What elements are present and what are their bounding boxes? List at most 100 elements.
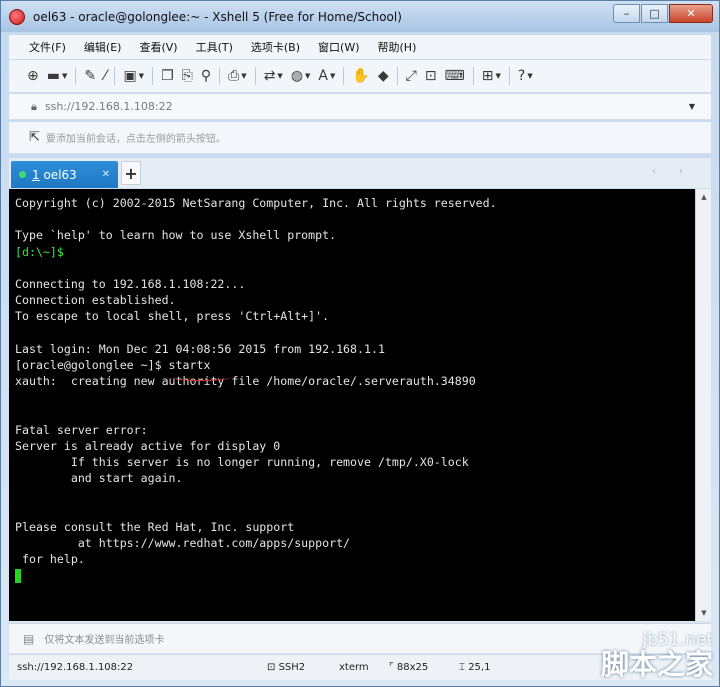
address-bar[interactable]: 🔒︎ ssh://192.168.1.108:22 ▼ xyxy=(9,93,711,120)
terminal-line: Server is already active for display 0 xyxy=(15,438,281,453)
add-icon[interactable]: ⊞ ▼ xyxy=(478,65,505,87)
terminal-line: for help. xyxy=(15,552,85,567)
transfer-icon[interactable]: ⇄ ▼ xyxy=(260,65,287,87)
fullscreen-icon-glyph: ⤢ xyxy=(405,68,417,84)
terminal-line: Please consult the Red Hat, Inc. support xyxy=(15,519,295,534)
compose-bar[interactable]: ▤ 仅将文本发送到当前选项卡 xyxy=(9,623,711,653)
new-tab-button[interactable]: + xyxy=(121,161,141,185)
print-icon[interactable]: ⎙ ▼ xyxy=(224,65,251,87)
reconnect-icon[interactable]: ✎ xyxy=(80,65,100,87)
terminal-cursor-line xyxy=(15,567,695,583)
globe-icon-glyph: ◍ xyxy=(290,68,304,84)
address-input[interactable]: ssh://192.168.1.108:22 xyxy=(45,100,173,113)
tab-bar: 1 oel63 ✕ + ‹ › xyxy=(9,158,711,188)
reconnect-icon-glyph: ✎ xyxy=(84,68,97,84)
tunnel-icon-glyph: ◆ xyxy=(377,68,389,84)
copy-icon[interactable]: ❐ xyxy=(157,65,178,87)
red-annotation-underline xyxy=(171,373,231,381)
lock-icon: 🔒︎ xyxy=(31,99,37,113)
script-icon[interactable]: ✋ xyxy=(348,65,373,87)
xshell-app-icon[interactable] xyxy=(9,8,25,25)
menu-help[interactable]: 帮助(H) xyxy=(369,39,426,55)
dropdown-arrow-icon[interactable]: ▼ xyxy=(62,72,67,80)
status-protocol: ⊡ SSH2 xyxy=(267,662,306,673)
window-title: oel63 - oracle@golonglee:~ - Xshell 5 (F… xyxy=(33,9,402,24)
toolbar-separator xyxy=(114,67,116,85)
dropdown-arrow-icon[interactable]: ▼ xyxy=(277,72,282,80)
position-icon: ⌶ xyxy=(459,662,469,673)
tab-close-icon[interactable]: ✕ xyxy=(102,169,110,180)
terminal-line: [oracle@golonglee ~]$ startx xyxy=(15,357,211,372)
keyboard-icon[interactable]: ⌨ xyxy=(441,65,469,87)
open-folder-icon-glyph: ▬ xyxy=(46,68,60,84)
size-icon: ⌜ xyxy=(389,662,397,673)
toolbar-separator xyxy=(152,67,154,85)
menu-tabs[interactable]: 选项卡(B) xyxy=(242,39,309,55)
find-icon[interactable]: ⚲ xyxy=(197,65,215,87)
dropdown-arrow-icon[interactable]: ▼ xyxy=(305,72,310,80)
fullscreen-icon[interactable]: ⤢ xyxy=(402,65,421,87)
font-icon-glyph: A xyxy=(318,68,328,84)
menu-file[interactable]: 文件(F) xyxy=(9,39,75,55)
properties-icon[interactable]: ▣ ▼ xyxy=(119,65,148,87)
help-icon-glyph: ? xyxy=(517,68,526,84)
menu-tools[interactable]: 工具(T) xyxy=(187,39,242,55)
globe-icon[interactable]: ◍ ▼ xyxy=(287,65,315,87)
session-hint-bar: ⇱ 要添加当前会话，点击左侧的箭头按钮。 xyxy=(9,122,711,154)
terminal-cursor xyxy=(15,568,21,583)
address-dropdown-icon[interactable]: ▼ xyxy=(689,102,695,111)
font-icon[interactable]: A ▼ xyxy=(314,65,339,87)
lock-icon[interactable]: ⊡ xyxy=(421,65,441,87)
scroll-up-icon[interactable]: ▲ xyxy=(696,189,712,205)
compose-icon[interactable]: ▤ xyxy=(23,632,34,646)
close-button[interactable]: ✕ xyxy=(669,4,713,23)
terminal-line: and start again. xyxy=(15,471,183,486)
dropdown-arrow-icon[interactable]: ▼ xyxy=(330,72,335,80)
session-hint-text: 要添加当前会话，点击左侧的箭头按钮。 xyxy=(45,134,226,145)
dropdown-arrow-icon[interactable]: ▼ xyxy=(139,72,144,80)
tab-scroll-arrows[interactable]: ‹ › xyxy=(652,166,693,177)
terminal-line: at https://www.redhat.com/apps/support/ xyxy=(15,535,351,550)
toolbar-separator xyxy=(219,67,221,85)
menu-edit[interactable]: 编辑(E) xyxy=(75,39,131,55)
protocol-lock-icon: ⊡ xyxy=(267,662,279,673)
copy-icon-glyph: ❐ xyxy=(161,68,174,84)
maximize-button[interactable]: □ xyxy=(641,4,668,23)
dropdown-arrow-icon[interactable]: ▼ xyxy=(496,72,501,80)
paste-icon[interactable]: ⎘ xyxy=(178,65,197,87)
tab-label: 1 oel63 xyxy=(32,167,77,182)
transfer-icon-glyph: ⇄ xyxy=(263,68,276,84)
terminal-line: Last login: Mon Dec 21 04:08:56 2015 fro… xyxy=(15,341,385,356)
new-session-icon[interactable]: ⊕ xyxy=(23,65,43,87)
add-icon-glyph: ⊞ xyxy=(481,68,494,84)
minimize-button[interactable]: – xyxy=(613,4,640,23)
status-position: ⌶ 25,1 xyxy=(459,662,491,673)
dropdown-arrow-icon[interactable]: ▼ xyxy=(527,72,532,80)
tunnel-icon[interactable]: ◆ xyxy=(374,65,393,87)
add-session-arrow-icon[interactable]: ⇱ xyxy=(29,130,40,145)
terminal-scrollbar[interactable]: ▲ ▼ xyxy=(695,189,711,621)
title-bar[interactable]: oel63 - oracle@golonglee:~ - Xshell 5 (F… xyxy=(1,1,719,32)
scroll-down-icon[interactable]: ▼ xyxy=(696,605,712,621)
menu-view[interactable]: 查看(V) xyxy=(130,39,186,55)
open-folder-icon[interactable]: ▬ ▼ xyxy=(43,65,72,87)
xshell-window: oel63 - oracle@golonglee:~ - Xshell 5 (F… xyxy=(0,0,720,687)
toolbar-separator xyxy=(508,67,510,85)
terminal-line: Connection established. xyxy=(15,293,176,308)
menu-window[interactable]: 窗口(W) xyxy=(309,39,368,55)
tab-oel63[interactable]: 1 oel63 ✕ xyxy=(11,161,118,188)
terminal-line: If this server is no longer running, rem… xyxy=(15,455,469,469)
disconnect-icon[interactable]: ⁄ xyxy=(100,65,110,87)
lock-icon-glyph: ⊡ xyxy=(424,68,437,84)
dropdown-arrow-icon[interactable]: ▼ xyxy=(241,72,246,80)
menu-bar: 文件(F) 编辑(E) 查看(V) 工具(T) 选项卡(B) 窗口(W) 帮助(… xyxy=(9,35,711,59)
help-icon[interactable]: ? ▼ xyxy=(514,65,537,87)
compose-input[interactable]: 仅将文本发送到当前选项卡 xyxy=(44,631,164,646)
terminal-output[interactable]: Copyright (c) 2002-2015 NetSarang Comput… xyxy=(9,189,695,621)
